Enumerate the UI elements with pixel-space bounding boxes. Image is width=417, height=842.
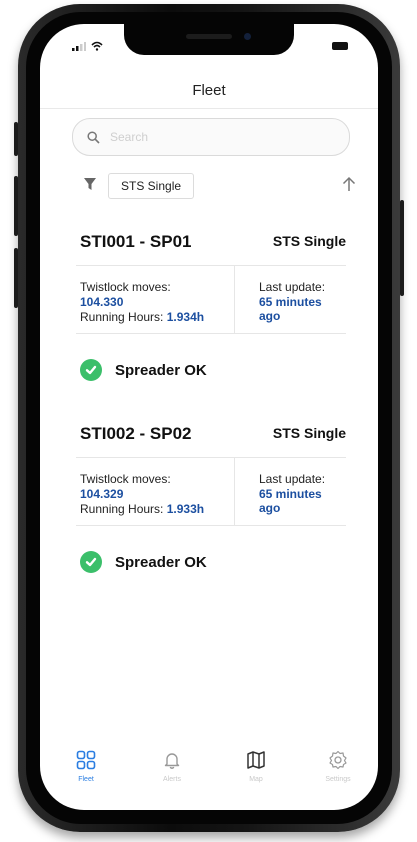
- tab-label: Alerts: [163, 776, 181, 783]
- tab-map[interactable]: Map: [226, 750, 286, 783]
- phone-side-button: [14, 122, 18, 156]
- status-row: Spreader OK: [80, 551, 207, 573]
- twistlock-label: Twistlock moves:: [80, 472, 171, 486]
- phone-volume-down: [14, 248, 18, 308]
- last-update-value: 65 minutes ago: [259, 487, 322, 515]
- fleet-card[interactable]: STI002 - SP02 STS Single Twistlock moves…: [76, 424, 346, 604]
- app-screen: Fleet STS Single STI001 - SP01 STS Singl…: [40, 24, 378, 810]
- tab-label: Map: [249, 776, 263, 783]
- last-update-label: Last update:: [259, 472, 326, 486]
- fleet-card[interactable]: STI001 - SP01 STS Single Twistlock moves…: [76, 232, 346, 412]
- spreader-name: STI002 - SP02: [80, 424, 192, 443]
- running-hours-value: 1.934h: [166, 310, 205, 324]
- gear-icon: [329, 750, 347, 770]
- front-camera: [244, 33, 251, 40]
- tab-label: Fleet: [78, 776, 94, 783]
- card-column-divider: [234, 265, 235, 333]
- spreader-type: STS Single: [272, 233, 346, 249]
- spreader-name: STI001 - SP01: [80, 232, 192, 251]
- grid-icon: [76, 750, 96, 770]
- card-divider: [76, 333, 346, 334]
- card-divider: [76, 457, 346, 458]
- running-hours-value: 1.933h: [166, 502, 205, 516]
- bottom-tab-bar: Fleet Alerts Map Settings: [40, 750, 378, 810]
- check-circle-icon: [80, 359, 102, 381]
- tab-alerts[interactable]: Alerts: [142, 750, 202, 783]
- spreader-type: STS Single: [272, 425, 346, 441]
- wifi-icon: [91, 41, 103, 51]
- sort-ascending-icon[interactable]: [342, 176, 356, 192]
- twistlock-value: 104.329: [80, 487, 124, 501]
- phone-frame: Fleet STS Single STI001 - SP01 STS Singl…: [14, 4, 404, 832]
- notch: [124, 24, 294, 55]
- card-column-divider: [234, 457, 235, 525]
- last-update-label: Last update:: [259, 280, 326, 294]
- check-circle-icon: [80, 551, 102, 573]
- filter-row: STS Single: [84, 172, 356, 202]
- page-title: Fleet: [192, 82, 226, 99]
- header-divider: [40, 108, 378, 109]
- running-hours: Running Hours: 1.934h: [80, 310, 204, 324]
- battery-icon: [332, 42, 348, 50]
- twistlock-value: 104.330: [80, 295, 124, 309]
- search-bar[interactable]: [72, 118, 350, 156]
- running-hours-label: Running Hours:: [80, 310, 164, 324]
- twistlock-label: Twistlock moves:: [80, 280, 171, 294]
- search-icon: [87, 130, 100, 144]
- card-divider: [76, 265, 346, 266]
- running-hours: Running Hours: 1.933h: [80, 502, 204, 516]
- phone-power-button: [400, 200, 404, 296]
- running-hours-label: Running Hours:: [80, 502, 164, 516]
- speaker-grill: [186, 34, 232, 39]
- tab-label: Settings: [325, 776, 351, 783]
- search-input[interactable]: [108, 129, 332, 145]
- status-text: Spreader OK: [115, 361, 207, 379]
- status-bar-left: [72, 41, 103, 51]
- last-update-value: 65 minutes ago: [259, 295, 322, 323]
- card-divider: [76, 525, 346, 526]
- filter-chip-sts-single[interactable]: STS Single: [108, 173, 195, 199]
- tab-settings[interactable]: Settings: [308, 750, 368, 783]
- bell-icon: [164, 753, 180, 769]
- cellular-signal-icon: [72, 42, 86, 51]
- status-text: Spreader OK: [115, 553, 207, 571]
- phone-volume-up: [14, 176, 18, 236]
- map-icon: [247, 751, 265, 769]
- filter-icon[interactable]: [84, 178, 96, 191]
- tab-fleet[interactable]: Fleet: [56, 750, 116, 783]
- status-row: Spreader OK: [80, 359, 207, 381]
